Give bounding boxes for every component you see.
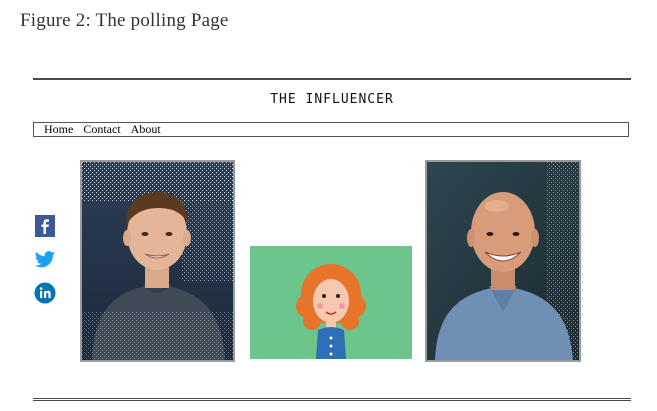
candidate-photo-right[interactable] [425, 160, 581, 362]
cartoon-image[interactable] [250, 246, 412, 359]
top-divider [33, 78, 631, 80]
twitter-icon[interactable] [34, 249, 56, 271]
figure-caption: Figure 2: The polling Page [20, 10, 229, 31]
linkedin-icon[interactable] [34, 282, 56, 304]
nav-link-contact[interactable]: Contact [83, 122, 120, 137]
nav-link-home[interactable]: Home [44, 122, 73, 137]
site-title: THE INFLUENCER [270, 92, 394, 107]
bottom-divider [33, 398, 631, 403]
nav-link-about[interactable]: About [131, 122, 161, 137]
nav-bar: Home Contact About [33, 122, 629, 137]
facebook-icon[interactable] [34, 215, 56, 237]
candidate-photo-left[interactable] [80, 160, 235, 362]
